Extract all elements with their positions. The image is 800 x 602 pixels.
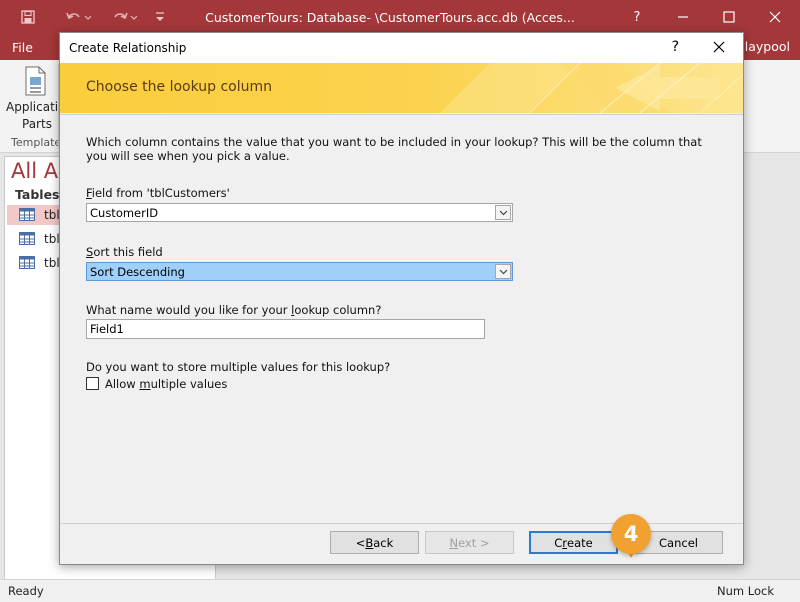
num-lock-indicator: Num Lock (717, 584, 774, 598)
banner-heading: Choose the lookup column (86, 79, 273, 95)
step-callout-badge: 4 (611, 514, 651, 554)
table-icon (19, 256, 35, 269)
lookup-name-input[interactable] (87, 320, 483, 338)
multi-values-question: Do you want to store multiple values for… (86, 360, 391, 374)
status-text: Ready (8, 584, 44, 598)
create-relationship-dialog: Create Relationship ? Choose the lookup … (59, 32, 744, 565)
application-parts-label-line2[interactable]: Parts (22, 117, 52, 131)
create-button[interactable]: Cr eate (529, 531, 618, 554)
minimize-icon[interactable] (660, 0, 706, 34)
dialog-close-icon[interactable] (709, 37, 729, 57)
nav-table-label: tbl (44, 208, 60, 222)
app-help-button[interactable]: ? (614, 0, 660, 34)
nav-table-label: tbl (44, 256, 60, 270)
table-icon (19, 232, 35, 245)
banner-divider (60, 114, 743, 115)
sort-field-value: Sort Descending (90, 265, 185, 279)
app-title: CustomerTours: Database- \CustomerTours.… (205, 10, 575, 25)
file-tab[interactable]: File (12, 40, 33, 55)
field-from-value: CustomerID (90, 206, 159, 220)
lookup-name-label: What name would you like for your lookup… (86, 303, 382, 317)
field-from-label: Field from 'tblCustomers' (86, 186, 230, 200)
nav-table-label: tbl (44, 232, 60, 246)
ribbon-group-label: Template (11, 136, 62, 149)
sort-field-label: Sort this field (86, 245, 163, 259)
sort-field-combo[interactable]: Sort Descending (86, 262, 513, 281)
app-title-bar: CustomerTours: Database- \CustomerTours.… (0, 0, 800, 34)
lookup-name-field[interactable] (86, 319, 485, 339)
application-parts-icon[interactable] (22, 66, 48, 96)
redo-icon[interactable] (104, 0, 144, 34)
next-button[interactable]: Next > (425, 531, 514, 554)
allow-multiple-values-checkbox[interactable] (86, 377, 99, 390)
back-button[interactable]: < Back (330, 531, 419, 554)
dialog-help-button[interactable]: ? (672, 39, 679, 55)
undo-icon[interactable] (58, 0, 98, 34)
user-name[interactable]: Claypool (736, 39, 790, 54)
dialog-title-bar: Create Relationship ? (60, 33, 743, 63)
restore-icon[interactable] (706, 0, 752, 34)
customize-icon[interactable] (148, 0, 172, 34)
dialog-banner: Choose the lookup column (60, 63, 743, 113)
status-bar: Ready Num Lock (0, 579, 800, 602)
lookup-question: Which column contains the value that you… (86, 135, 702, 163)
chevron-down-icon[interactable] (495, 264, 511, 279)
close-icon[interactable] (752, 0, 798, 34)
save-icon[interactable] (8, 0, 48, 34)
nav-section-tables[interactable]: Tables (15, 187, 60, 202)
dialog-title: Create Relationship (69, 41, 187, 55)
allow-multiple-values-label[interactable]: Allow multiple values (105, 377, 227, 391)
table-icon (19, 208, 35, 221)
chevron-down-icon[interactable] (495, 205, 511, 220)
field-from-combo[interactable]: CustomerID (86, 203, 513, 222)
